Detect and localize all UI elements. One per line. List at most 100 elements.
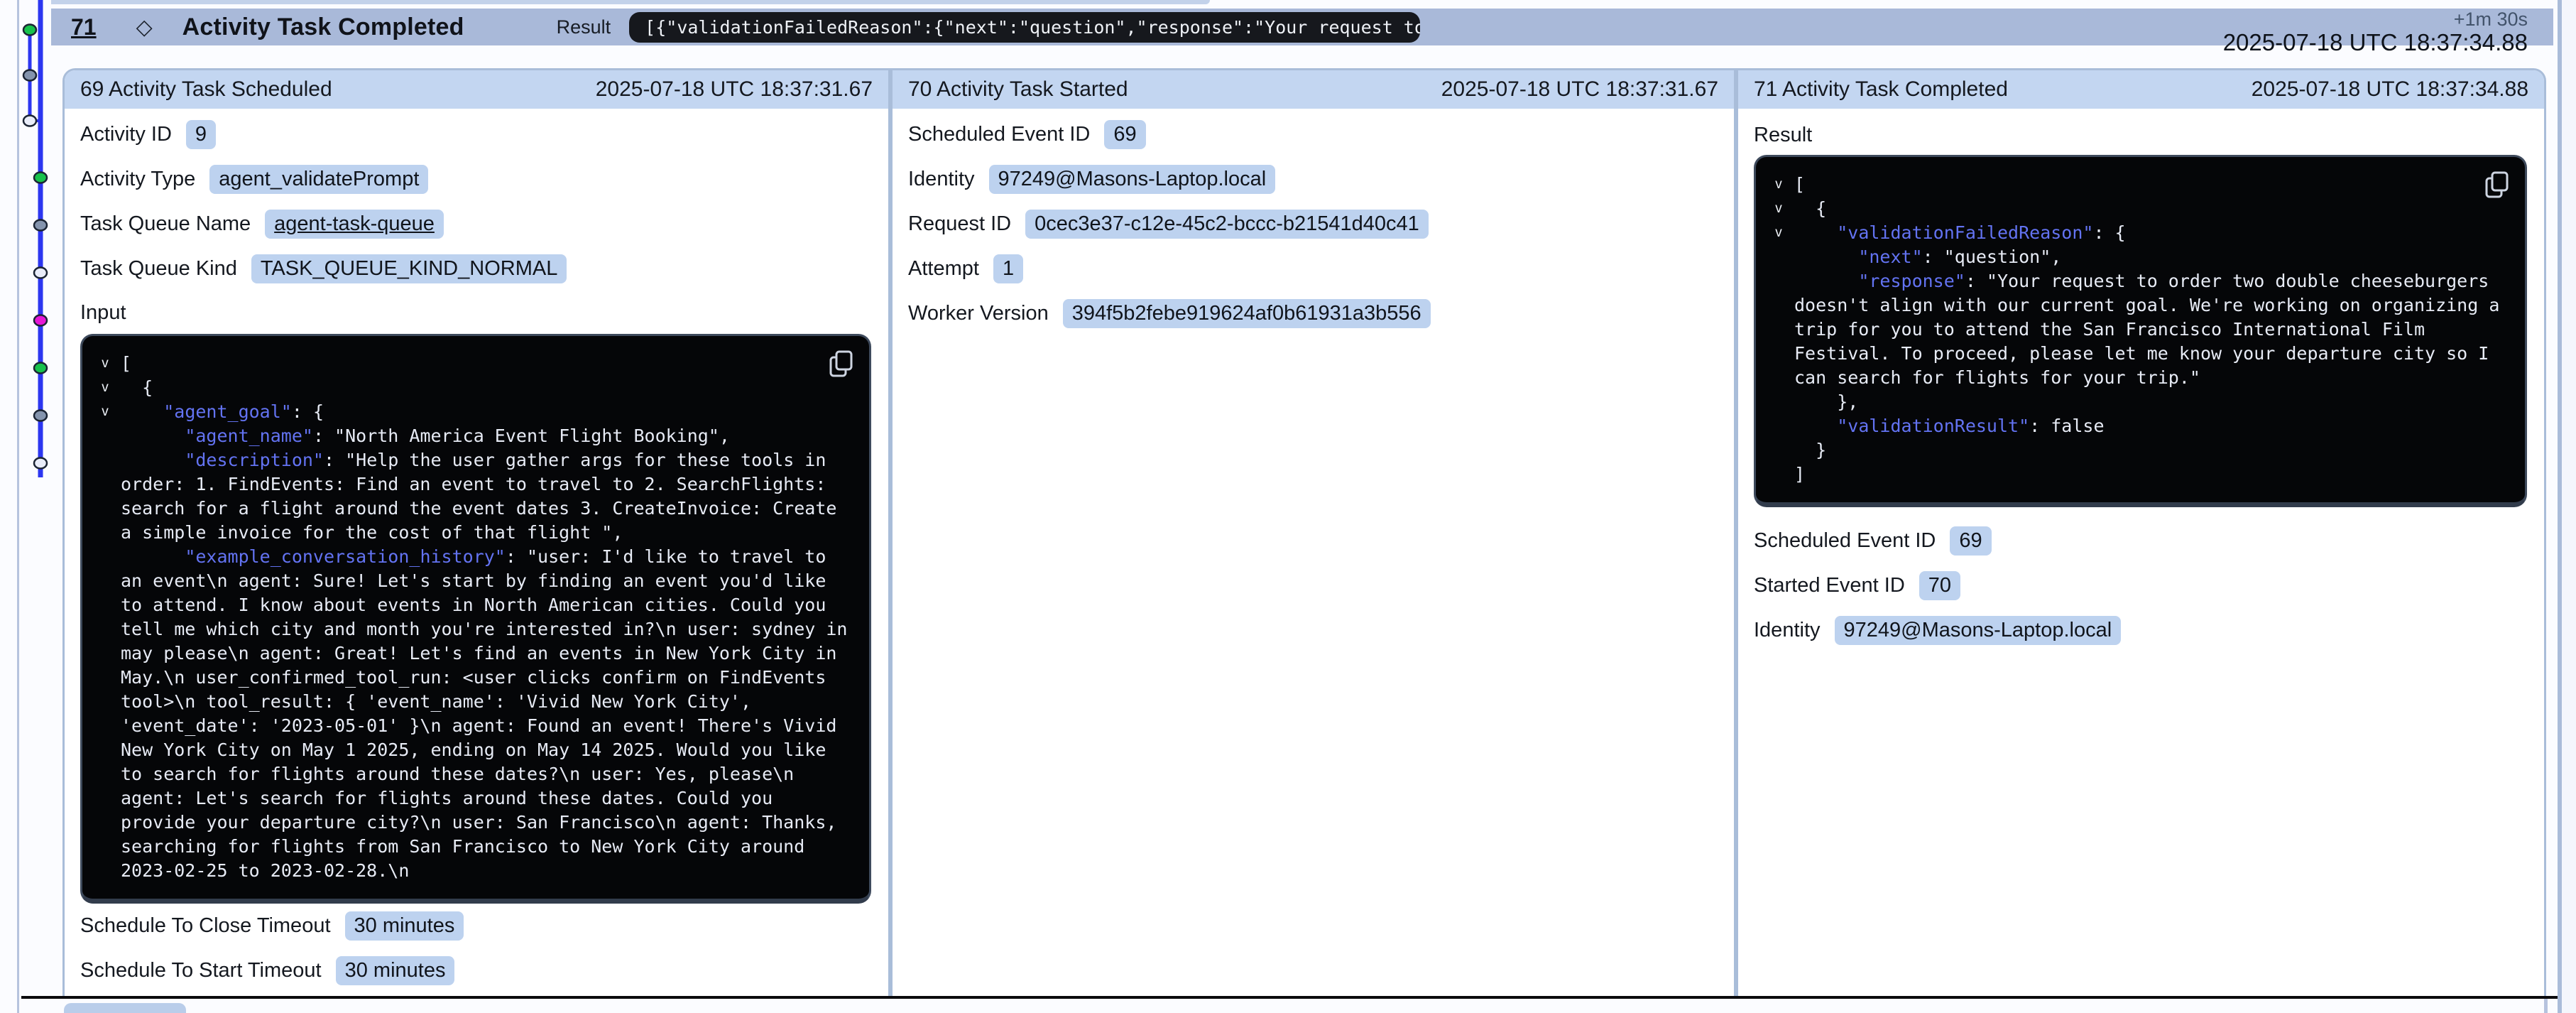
code-line: "response": "Your request to order two d…: [1763, 269, 2506, 390]
code-line: ]: [1763, 462, 2506, 487]
row-timestamps: +1m 30s 2025-07-18 UTC 18:37:34.88: [2223, 9, 2528, 55]
code-line: },: [1763, 390, 2506, 414]
panel-title: 70 Activity Task Started: [908, 77, 1128, 102]
code-line: }: [1763, 438, 2506, 462]
workflow-event-history-view: 71 ◇ Activity Task Completed Result [{"v…: [0, 0, 2576, 1013]
code-line: "agent_name": "North America Event Fligh…: [89, 424, 851, 448]
panel-title: 71 Activity Task Completed: [1754, 77, 2008, 102]
panel-activity-task-started: 70 Activity Task Started 2025-07-18 UTC …: [893, 70, 1734, 997]
code-line: v "validationFailedReason": {: [1763, 221, 2506, 245]
input-label: Input: [80, 291, 871, 334]
field-value-badge: 0cec3e37-c12e-45c2-bccc-b21541d40c41: [1025, 210, 1429, 239]
field-started-event-id: Started Event ID70: [1754, 563, 2527, 608]
field-identity: Identity 97249@Masons-Laptop.local: [1754, 608, 2527, 653]
field-attempt: Attempt1: [908, 247, 1717, 291]
field-value-badge: 69: [1950, 526, 1991, 556]
timeline-dot-green[interactable]: [34, 173, 47, 183]
field-value-badge: 69: [1104, 120, 1145, 149]
result-code-block: v[v {v "validationFailedReason": { "next…: [1754, 155, 2527, 507]
field-value-badge: 97249@Masons-Laptop.local: [1835, 616, 2122, 645]
code-line: "example_conversation_history": "user: I…: [89, 545, 851, 883]
timeline-dot-white[interactable]: [34, 458, 47, 469]
panel-timestamp: 2025-07-18 UTC 18:37:34.88: [2252, 77, 2528, 102]
timeline-dot-white[interactable]: [23, 116, 36, 126]
field-label: Activity Type: [80, 168, 195, 191]
panel-timestamp: 2025-07-18 UTC 18:37:31.67: [596, 77, 873, 102]
copy-icon[interactable]: [829, 350, 853, 379]
collapse-chevron-icon[interactable]: v: [89, 376, 121, 400]
panel-header: 70 Activity Task Started 2025-07-18 UTC …: [893, 70, 1734, 109]
code-gutter: [89, 545, 121, 883]
event-title: Activity Task Completed: [182, 13, 464, 41]
timeline-dot-green[interactable]: [23, 25, 36, 36]
panel-title: 69 Activity Task Scheduled: [80, 77, 332, 102]
next-row-edge: [64, 1003, 186, 1013]
field-value-badge: 30 minutes: [345, 911, 464, 941]
field-task-queue-kind: Task Queue Kind TASK_QUEUE_KIND_NORMAL: [80, 247, 871, 291]
elapsed-time: +1m 30s: [2223, 9, 2528, 30]
copy-icon[interactable]: [2485, 171, 2509, 200]
code-line: v {: [1763, 197, 2506, 221]
field-label: Identity: [908, 168, 975, 191]
field-task-queue-name: Task Queue Name agent-task-queue: [80, 202, 871, 247]
result-label: Result: [1754, 115, 2527, 155]
field-value-badge: TASK_QUEUE_KIND_NORMAL: [251, 254, 567, 283]
code-line: v "agent_goal": {: [89, 400, 851, 424]
code-line: "next": "question",: [1763, 245, 2506, 269]
field-request-id: Request ID 0cec3e37-c12e-45c2-bccc-b21541…: [908, 202, 1717, 247]
field-label: Activity ID: [80, 123, 172, 146]
field-value-badge: 394f5b2febe919624af0b61931a3b556: [1063, 299, 1431, 328]
event-detail-card: 69 Activity Task Scheduled 2025-07-18 UT…: [62, 68, 2546, 999]
field-schedule-to-close-timeout: Schedule To Close Timeout 30 minutes: [80, 904, 871, 948]
code-gutter: [1763, 245, 1794, 269]
field-label: Started Event ID: [1754, 574, 1905, 597]
timeline-dot-gray[interactable]: [34, 220, 47, 231]
event-timeline-graph: [0, 0, 57, 497]
timeline-dot-gray[interactable]: [23, 70, 36, 81]
panel-timestamp: 2025-07-18 UTC 18:37:31.67: [1441, 77, 1718, 102]
field-label: Request ID: [908, 212, 1011, 236]
field-value-badge: 9: [186, 120, 216, 149]
input-code-block: v[v {v "agent_goal": { "agent_name": "No…: [80, 334, 871, 904]
field-label: Scheduled Event ID: [1754, 529, 1936, 553]
panel-header: 69 Activity Task Scheduled 2025-07-18 UT…: [65, 70, 888, 109]
diamond-icon: ◇: [136, 15, 153, 40]
field-label: Schedule To Close Timeout: [80, 914, 331, 938]
timeline-dot-green[interactable]: [34, 363, 47, 374]
timeline-dot-magenta[interactable]: [34, 315, 47, 326]
code-gutter: [89, 424, 121, 448]
collapse-chevron-icon[interactable]: v: [1763, 173, 1794, 197]
selected-event-row[interactable]: 71 ◇ Activity Task Completed Result [{"v…: [51, 9, 2553, 45]
result-inline-label: Result: [557, 16, 611, 38]
event-id-link[interactable]: 71: [71, 14, 97, 40]
collapse-chevron-icon[interactable]: v: [89, 352, 121, 376]
field-scheduled-event-id: Scheduled Event ID 69: [1754, 519, 2527, 563]
collapse-chevron-icon[interactable]: v: [1763, 197, 1794, 221]
code-line: "description": "Help the user gather arg…: [89, 448, 851, 545]
panel-activity-task-completed: 71 Activity Task Completed 2025-07-18 UT…: [1738, 70, 2544, 997]
card-right-border-tail: [2544, 999, 2548, 1013]
field-label: Task Queue Kind: [80, 257, 237, 281]
event-timestamp: 2025-07-18 UTC 18:37:34.88: [2223, 30, 2528, 55]
code-gutter: [1763, 462, 1794, 487]
field-label: Task Queue Name: [80, 212, 251, 236]
previous-row-edge: [51, 0, 1210, 4]
code-line: v[: [89, 352, 851, 376]
field-activity-id: Activity ID 9: [80, 112, 871, 157]
collapse-chevron-icon[interactable]: v: [1763, 221, 1794, 245]
field-worker-version: Worker Version394f5b2febe919624af0b61931…: [908, 291, 1717, 336]
field-value-badge: 97249@Masons-Laptop.local: [989, 165, 1276, 194]
field-label: Attempt: [908, 257, 979, 281]
code-line: v {: [89, 376, 851, 400]
field-scheduled-event-id: Scheduled Event ID69: [908, 112, 1717, 157]
field-label: Identity: [1754, 619, 1821, 642]
result-preview-pill: [{"validationFailedReason":{"next":"ques…: [629, 12, 1420, 43]
field-value-link[interactable]: agent-task-queue: [265, 210, 444, 239]
detail-bottom-boundary: [21, 996, 2558, 999]
code-gutter: [1763, 414, 1794, 438]
field-schedule-to-start-timeout: Schedule To Start Timeout30 minutes: [80, 948, 871, 993]
timeline-dot-gray[interactable]: [34, 411, 47, 421]
collapse-chevron-icon[interactable]: v: [89, 400, 121, 424]
field-value-badge: agent_validatePrompt: [209, 165, 428, 194]
timeline-dot-white[interactable]: [34, 268, 47, 278]
